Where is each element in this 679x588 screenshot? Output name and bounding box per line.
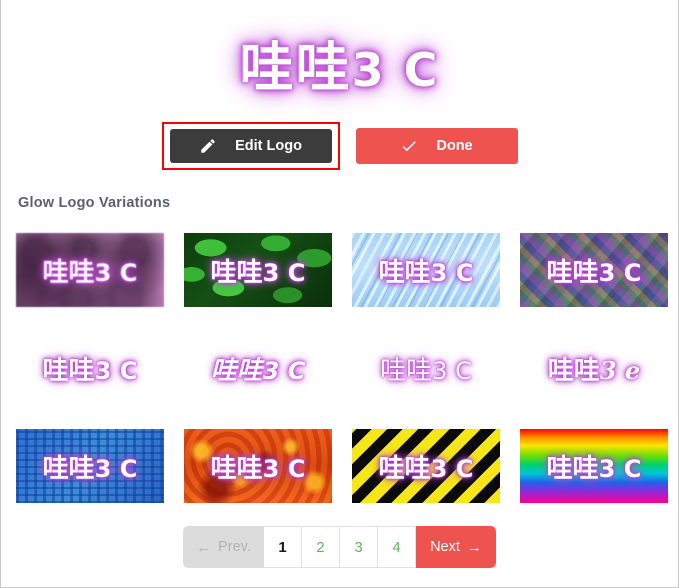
logo-variation-10[interactable]: 哇哇3 C — [184, 429, 332, 503]
pagination-next-button[interactable]: Next → — [416, 526, 496, 568]
pagination-page-1[interactable]: 1 — [264, 526, 302, 568]
logo-variation-5[interactable]: 哇哇3 C — [15, 331, 165, 405]
pagination-prev-label: Prev. — [218, 539, 251, 555]
pagination-next-label: Next — [430, 539, 460, 555]
section-title: Glow Logo Variations — [18, 195, 171, 211]
variation-text-cjk: 哇哇 — [42, 453, 95, 484]
logo-variation-7[interactable]: 哇哇3 C — [351, 331, 501, 405]
thumb-cell: 哇哇3 C — [15, 319, 165, 417]
logo-variation-4[interactable]: 哇哇3 C — [520, 233, 668, 307]
thumb-cell: 哇哇3 C — [519, 417, 669, 515]
thumb-cell: 哇哇3 C — [351, 319, 501, 417]
logo-variation-text: 哇哇3 C — [43, 252, 138, 289]
logo-variation-12[interactable]: 哇哇3 C — [520, 429, 668, 503]
variation-text-latin: 3 C — [262, 454, 306, 483]
logo-variation-text: 哇哇3 C — [211, 448, 306, 485]
variation-text-latin: 3 C — [94, 356, 138, 385]
logo-variation-text: 哇哇3 C — [547, 252, 642, 289]
thumb-cell: 哇哇3 C — [15, 221, 165, 319]
thumb-cell: 哇哇3 C — [183, 221, 333, 319]
pagination-prev-button: ← Prev. — [183, 526, 264, 568]
logo-variation-9[interactable]: 哇哇3 C — [16, 429, 164, 503]
logo-text-cjk: 哇哇 — [239, 35, 352, 99]
variation-text-cjk: 哇哇 — [378, 257, 431, 288]
logo-variation-text: 哇哇3 C — [43, 350, 138, 387]
variation-text-latin: 3 C — [432, 356, 472, 385]
variation-text-latin: 3 C — [94, 258, 138, 287]
done-button[interactable]: Done — [355, 128, 518, 164]
action-bar: Edit Logo Done — [1, 122, 678, 170]
thumb-cell: 哇哇3 e — [519, 319, 669, 417]
variation-text-cjk: 哇哇 — [210, 355, 263, 386]
logo-text-latin: 3 C — [351, 42, 440, 97]
thumb-cell: 哇哇3 C — [519, 221, 669, 319]
thumb-cell: 哇哇3 C — [15, 417, 165, 515]
arrow-left-icon: ← — [196, 538, 212, 556]
pagination: ← Prev. 1 2 3 4 Next → — [183, 526, 496, 568]
variation-text-cjk: 哇哇 — [546, 453, 599, 484]
variation-text-latin: 3 C — [94, 454, 138, 483]
variation-text-cjk: 哇哇 — [42, 355, 95, 386]
logo-variation-1[interactable]: 哇哇3 C — [16, 233, 164, 307]
pagination-page-4[interactable]: 4 — [378, 526, 416, 568]
thumb-cell: 哇哇3 C — [351, 221, 501, 319]
arrow-right-icon: → — [466, 538, 482, 556]
logo-variation-3[interactable]: 哇哇3 C — [352, 233, 500, 307]
logo-preview: 哇哇3 C — [1, 0, 678, 118]
variation-text-cjk: 哇哇 — [380, 355, 433, 386]
variation-text-cjk: 哇哇 — [378, 453, 431, 484]
logo-variation-2[interactable]: 哇哇3 C — [184, 233, 332, 307]
page-root: 哇哇3 C Edit Logo Done Glow Logo Variation… — [0, 0, 679, 588]
logo-variations-grid: 哇哇3 C 哇哇3 C 哇哇3 C 哇哇3 C 哇哇3 C 哇哇3 C 哇哇3 … — [1, 221, 678, 515]
logo-variation-text: 哇哇3 e — [548, 350, 640, 387]
thumb-cell: 哇哇3 C — [183, 319, 333, 417]
logo-text: 哇哇3 C — [240, 23, 440, 102]
variation-text-cjk: 哇哇 — [547, 355, 600, 386]
logo-variation-text: 哇哇3 C — [547, 448, 642, 485]
variation-text-latin: 3 C — [262, 258, 306, 287]
pagination-wrapper: ← Prev. 1 2 3 4 Next → — [1, 526, 678, 568]
variation-text-latin: 3 C — [598, 454, 642, 483]
logo-variation-text: 哇哇3 C — [211, 350, 306, 387]
edit-logo-highlight: Edit Logo — [161, 122, 340, 170]
logo-variation-text: 哇哇3 C — [380, 350, 472, 387]
logo-variation-text: 哇哇3 C — [43, 448, 138, 485]
logo-variation-text: 哇哇3 C — [379, 252, 474, 289]
variation-text-latin: 3 C — [262, 356, 306, 385]
logo-variation-text: 哇哇3 C — [379, 448, 474, 485]
edit-logo-button[interactable]: Edit Logo — [169, 129, 332, 163]
variation-text-latin: 3 e — [599, 355, 641, 385]
pagination-page-3[interactable]: 3 — [340, 526, 378, 568]
variation-text-latin: 3 C — [598, 258, 642, 287]
variation-text-cjk: 哇哇 — [546, 257, 599, 288]
check-icon — [400, 137, 418, 155]
edit-logo-label: Edit Logo — [235, 138, 302, 154]
logo-variation-text: 哇哇3 C — [211, 252, 306, 289]
done-label: Done — [436, 138, 473, 154]
logo-variation-6[interactable]: 哇哇3 C — [183, 331, 333, 405]
pagination-page-2[interactable]: 2 — [302, 526, 340, 568]
variation-text-cjk: 哇哇 — [42, 257, 95, 288]
variation-text-cjk: 哇哇 — [210, 453, 263, 484]
thumb-cell: 哇哇3 C — [351, 417, 501, 515]
variation-text-latin: 3 C — [430, 258, 474, 287]
logo-variation-11[interactable]: 哇哇3 C — [352, 429, 500, 503]
variation-text-cjk: 哇哇 — [210, 257, 263, 288]
thumb-cell: 哇哇3 C — [183, 417, 333, 515]
logo-variation-8[interactable]: 哇哇3 e — [519, 331, 669, 405]
pencil-icon — [199, 137, 217, 155]
variation-text-latin: 3 C — [430, 454, 474, 483]
